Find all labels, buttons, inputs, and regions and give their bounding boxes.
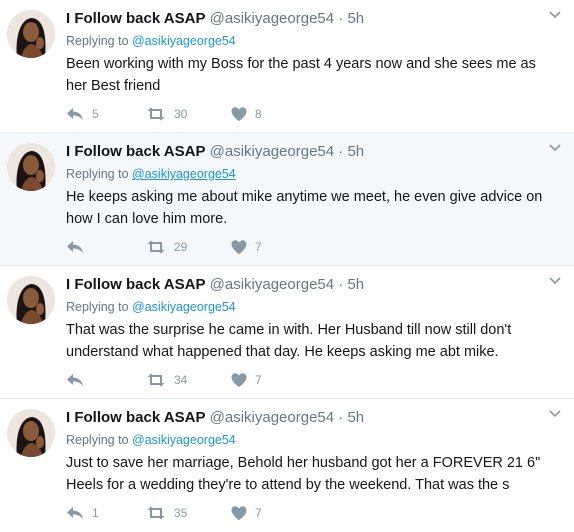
retweet-count: 30 [174, 107, 188, 121]
reply-icon [67, 241, 83, 253]
replying-to: Replying to @asikiyageorge54 [66, 299, 556, 315]
chevron-down-icon[interactable] [548, 406, 562, 420]
replying-to-link[interactable]: @asikiyageorge54 [132, 300, 236, 314]
retweet-button[interactable]: 30 [146, 107, 231, 121]
avatar[interactable] [7, 10, 55, 58]
timestamp[interactable]: 5h [347, 10, 364, 27]
chevron-down-icon[interactable] [548, 140, 562, 154]
retweet-button[interactable]: 35 [146, 506, 231, 520]
tweet[interactable]: I Follow back ASAP @asikiyageorge54 · 5h… [0, 0, 574, 133]
retweet-icon [147, 373, 165, 387]
tweet[interactable]: I Follow back ASAP @asikiyageorge54 · 5h… [0, 266, 574, 399]
avatar[interactable] [7, 143, 55, 191]
retweet-count: 34 [174, 373, 188, 387]
like-button[interactable]: 7 [231, 240, 301, 254]
replying-to-link[interactable]: @asikiyageorge54 [132, 34, 236, 48]
retweet-button[interactable]: 34 [146, 373, 231, 387]
replying-to-link[interactable]: @asikiyageorge54 [132, 433, 236, 447]
like-button[interactable]: 7 [231, 506, 301, 520]
separator-dot: · [338, 10, 344, 27]
like-count: 7 [255, 373, 262, 387]
like-count: 7 [255, 506, 262, 520]
reply-icon [67, 108, 83, 120]
display-name[interactable]: I Follow back ASAP [66, 409, 205, 426]
chevron-down-icon[interactable] [548, 273, 562, 287]
heart-icon [231, 107, 247, 121]
tweet-feed: I Follow back ASAP @asikiyageorge54 · 5h… [0, 0, 574, 532]
heart-icon [231, 506, 247, 520]
replying-to: Replying to @asikiyageorge54 [66, 432, 556, 448]
tweet-actions: 5 30 8 [66, 104, 301, 124]
tweet-text: Just to save her marriage, Behold her hu… [66, 455, 541, 493]
replying-to: Replying to @asikiyageorge54 [66, 166, 556, 182]
like-button[interactable]: 8 [231, 107, 301, 121]
reply-icon [67, 507, 83, 519]
reply-button[interactable] [66, 240, 146, 254]
tweet-actions: 1 35 7 [66, 503, 301, 523]
tweet-text: That was the surprise he came in with. H… [66, 322, 512, 360]
separator-dot: · [338, 276, 344, 293]
replying-to: Replying to @asikiyageorge54 [66, 33, 556, 49]
user-handle[interactable]: @asikiyageorge54 [210, 143, 334, 160]
like-count: 7 [255, 240, 262, 254]
timestamp[interactable]: 5h [347, 276, 364, 293]
replying-to-link[interactable]: @asikiyageorge54 [132, 167, 236, 181]
heart-icon [231, 240, 247, 254]
retweet-icon [147, 107, 165, 121]
user-handle[interactable]: @asikiyageorge54 [210, 276, 334, 293]
display-name[interactable]: I Follow back ASAP [66, 10, 205, 27]
reply-button[interactable] [66, 373, 146, 387]
timestamp[interactable]: 5h [347, 143, 364, 160]
user-handle[interactable]: @asikiyageorge54 [210, 10, 334, 27]
heart-icon [231, 373, 247, 387]
reply-button[interactable]: 1 [66, 506, 146, 520]
replying-to-label: Replying to [66, 433, 129, 447]
chevron-down-icon[interactable] [548, 7, 562, 21]
separator-dot: · [338, 143, 344, 160]
replying-to-label: Replying to [66, 34, 129, 48]
replying-to-label: Replying to [66, 300, 129, 314]
separator-dot: · [338, 409, 344, 426]
like-count: 8 [255, 107, 262, 121]
retweet-icon [147, 506, 165, 520]
tweet[interactable]: I Follow back ASAP @asikiyageorge54 · 5h… [0, 133, 574, 266]
avatar[interactable] [7, 409, 55, 457]
retweet-count: 35 [174, 506, 188, 520]
tweet-text: Been working with my Boss for the past 4… [66, 56, 536, 94]
tweet-actions: 34 7 [66, 370, 301, 390]
like-button[interactable]: 7 [231, 373, 301, 387]
retweet-button[interactable]: 29 [146, 240, 231, 254]
reply-count: 5 [92, 107, 99, 121]
tweet-text: He keeps asking me about mike anytime we… [66, 189, 543, 227]
retweet-icon [147, 240, 165, 254]
display-name[interactable]: I Follow back ASAP [66, 143, 205, 160]
tweet-actions: 29 7 [66, 237, 301, 257]
avatar[interactable] [7, 276, 55, 324]
display-name[interactable]: I Follow back ASAP [66, 276, 205, 293]
reply-icon [67, 374, 83, 386]
reply-count: 1 [92, 506, 99, 520]
reply-button[interactable]: 5 [66, 107, 146, 121]
timestamp[interactable]: 5h [347, 409, 364, 426]
user-handle[interactable]: @asikiyageorge54 [210, 409, 334, 426]
retweet-count: 29 [174, 240, 188, 254]
tweet[interactable]: I Follow back ASAP @asikiyageorge54 · 5h… [0, 399, 574, 532]
replying-to-label: Replying to [66, 167, 129, 181]
